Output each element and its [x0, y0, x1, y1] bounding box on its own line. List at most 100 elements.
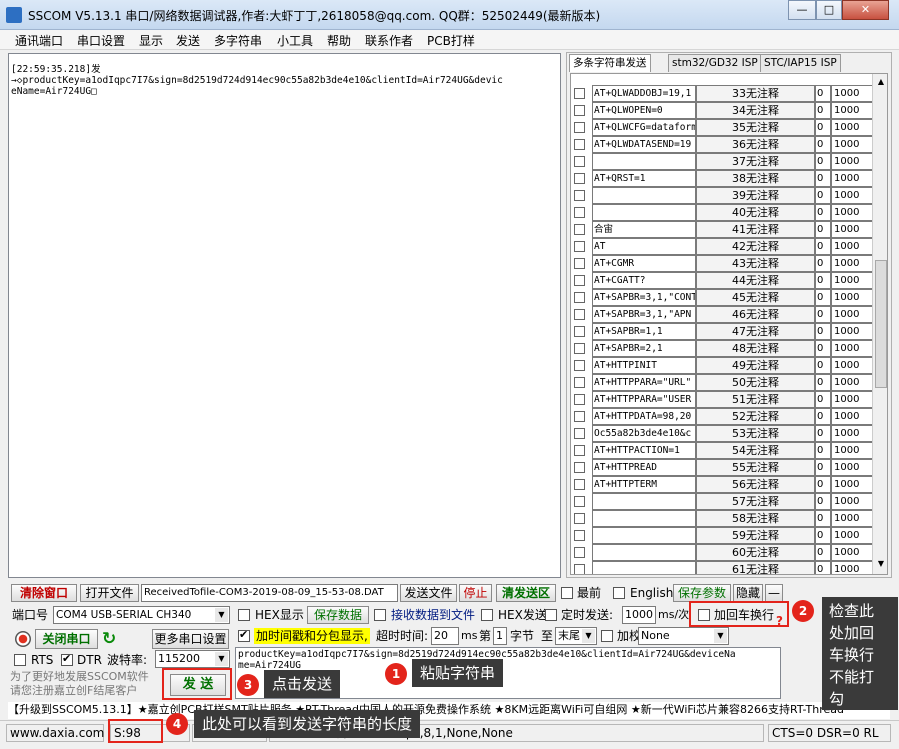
row-delay-input[interactable]: 1000 [831, 510, 873, 527]
checksum-select[interactable]: None ▼ [638, 627, 729, 645]
row-command-input[interactable] [592, 153, 696, 170]
row-command-input[interactable]: AT+HTTPACTION=1 [592, 442, 696, 459]
row-order-input[interactable]: 0 [815, 510, 831, 527]
row-send-button[interactable]: 57无注释 [696, 493, 815, 510]
row-command-input[interactable] [592, 544, 696, 561]
row-command-input[interactable]: AT+QLWCFG=dataformat [592, 119, 696, 136]
to-select[interactable]: 末尾 ▼ [555, 627, 597, 645]
checksum-checkbox[interactable] [601, 630, 613, 642]
port-select[interactable]: COM4 USB-SERIAL CH340 ▼ [53, 606, 230, 624]
row-order-input[interactable]: 0 [815, 204, 831, 221]
row-command-input[interactable]: Oc55a82b3de4e10&c [592, 425, 696, 442]
row-order-input[interactable]: 0 [815, 102, 831, 119]
row-command-input[interactable]: AT+QLWADDOBJ=19,1 [592, 85, 696, 102]
row-delay-input[interactable]: 1000 [831, 459, 873, 476]
row-command-input[interactable]: AT+QLWOPEN=0 [592, 102, 696, 119]
open-file-button[interactable]: 打开文件 [80, 584, 139, 602]
row-delay-input[interactable]: 1000 [831, 136, 873, 153]
row-checkbox[interactable] [574, 309, 585, 320]
row-command-input[interactable] [592, 493, 696, 510]
scroll-up-icon[interactable]: ▲ [875, 76, 887, 88]
row-checkbox[interactable] [574, 122, 585, 133]
row-send-button[interactable]: 38无注释 [696, 170, 815, 187]
row-send-button[interactable]: 52无注释 [696, 408, 815, 425]
row-order-input[interactable]: 0 [815, 357, 831, 374]
row-delay-input[interactable]: 1000 [831, 238, 873, 255]
row-send-button[interactable]: 43无注释 [696, 255, 815, 272]
row-checkbox[interactable] [574, 394, 585, 405]
row-command-input[interactable]: AT+SAPBR=3,1,"APN [592, 306, 696, 323]
english-checkbox[interactable] [613, 587, 625, 599]
row-delay-input[interactable]: 1000 [831, 391, 873, 408]
row-send-button[interactable]: 48无注释 [696, 340, 815, 357]
menu-help[interactable]: 帮助 [327, 32, 351, 49]
row-order-input[interactable]: 0 [815, 153, 831, 170]
tab-stc-isp[interactable]: STC/IAP15 ISP [760, 54, 841, 72]
row-checkbox[interactable] [574, 241, 585, 252]
row-send-button[interactable]: 44无注释 [696, 272, 815, 289]
row-command-input[interactable]: AT+HTTPTERM [592, 476, 696, 493]
row-order-input[interactable]: 0 [815, 459, 831, 476]
row-command-input[interactable]: 合宙 [592, 221, 696, 238]
row-order-input[interactable]: 0 [815, 374, 831, 391]
save-data-button[interactable]: 保存数据 [307, 606, 369, 624]
row-send-button[interactable]: 60无注释 [696, 544, 815, 561]
row-order-input[interactable]: 0 [815, 289, 831, 306]
hex-send-checkbox[interactable] [481, 609, 493, 621]
row-order-input[interactable]: 0 [815, 238, 831, 255]
row-checkbox[interactable] [574, 564, 585, 574]
timeout-input[interactable]: 20 [431, 627, 459, 645]
menu-serial-settings[interactable]: 串口设置 [77, 32, 125, 49]
row-send-button[interactable]: 61无注释 [696, 561, 815, 574]
file-path-field[interactable]: ReceivedTofile-COM3-2019-08-09_15-53-08.… [141, 584, 398, 602]
row-command-input[interactable]: AT+HTTPINIT [592, 357, 696, 374]
row-checkbox[interactable] [574, 326, 585, 337]
row-order-input[interactable]: 0 [815, 323, 831, 340]
row-command-input[interactable] [592, 561, 696, 574]
row-order-input[interactable]: 0 [815, 425, 831, 442]
row-send-button[interactable]: 53无注释 [696, 425, 815, 442]
row-order-input[interactable]: 0 [815, 272, 831, 289]
row-command-input[interactable]: AT+CGATT? [592, 272, 696, 289]
menu-tools[interactable]: 小工具 [277, 32, 313, 49]
row-send-button[interactable]: 47无注释 [696, 323, 815, 340]
row-checkbox[interactable] [574, 275, 585, 286]
row-delay-input[interactable]: 1000 [831, 340, 873, 357]
tab-multi-string[interactable]: 多条字符串发送 [569, 54, 651, 72]
row-order-input[interactable]: 0 [815, 221, 831, 238]
row-send-button[interactable]: 41无注释 [696, 221, 815, 238]
row-checkbox[interactable] [574, 496, 585, 507]
refresh-icon[interactable]: ↻ [102, 629, 120, 649]
row-command-input[interactable]: AT+QRST=1 [592, 170, 696, 187]
hide-button[interactable]: 隐藏 [733, 584, 763, 602]
send-file-button[interactable]: 发送文件 [400, 584, 457, 602]
row-order-input[interactable]: 0 [815, 340, 831, 357]
row-checkbox[interactable] [574, 445, 585, 456]
row-order-input[interactable]: 0 [815, 85, 831, 102]
row-checkbox[interactable] [574, 547, 585, 558]
row-send-button[interactable]: 59无注释 [696, 527, 815, 544]
row-checkbox[interactable] [574, 360, 585, 371]
row-order-input[interactable]: 0 [815, 527, 831, 544]
row-command-input[interactable]: AT [592, 238, 696, 255]
row-delay-input[interactable]: 1000 [831, 187, 873, 204]
row-command-input[interactable]: AT+SAPBR=3,1,"CONT [592, 289, 696, 306]
row-delay-input[interactable]: 1000 [831, 221, 873, 238]
row-checkbox[interactable] [574, 139, 585, 150]
row-order-input[interactable]: 0 [815, 255, 831, 272]
nth-input[interactable]: 1 [493, 627, 507, 645]
row-delay-input[interactable]: 1000 [831, 476, 873, 493]
row-send-button[interactable]: 56无注释 [696, 476, 815, 493]
row-delay-input[interactable]: 1000 [831, 306, 873, 323]
row-delay-input[interactable]: 1000 [831, 119, 873, 136]
clear-send-button[interactable]: 清发送区 [496, 584, 556, 602]
row-send-button[interactable]: 54无注释 [696, 442, 815, 459]
row-order-input[interactable]: 0 [815, 561, 831, 574]
stop-button[interactable]: 停止 [459, 584, 492, 602]
row-send-button[interactable]: 55无注释 [696, 459, 815, 476]
row-command-input[interactable] [592, 510, 696, 527]
tab-stm32-isp[interactable]: stm32/GD32 ISP [668, 54, 762, 72]
menu-send[interactable]: 发送 [176, 32, 200, 49]
row-delay-input[interactable]: 1000 [831, 442, 873, 459]
more-serial-settings-button[interactable]: 更多串口设置 [152, 629, 229, 649]
